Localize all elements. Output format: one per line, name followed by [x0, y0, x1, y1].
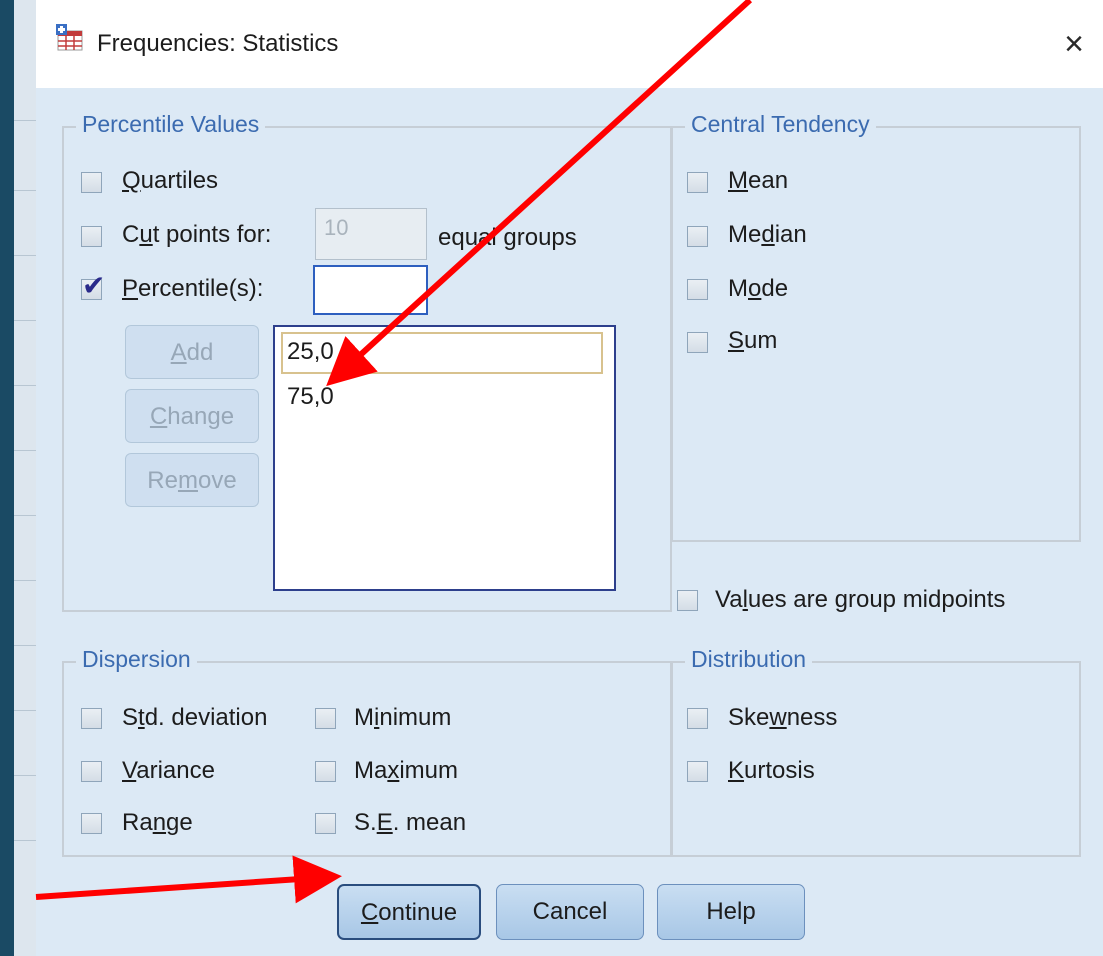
- red-arrow-to-continue-button: [35, 855, 342, 904]
- red-arrow-to-percentile-list: [326, 0, 753, 387]
- annotation-overlay: [35, 0, 753, 904]
